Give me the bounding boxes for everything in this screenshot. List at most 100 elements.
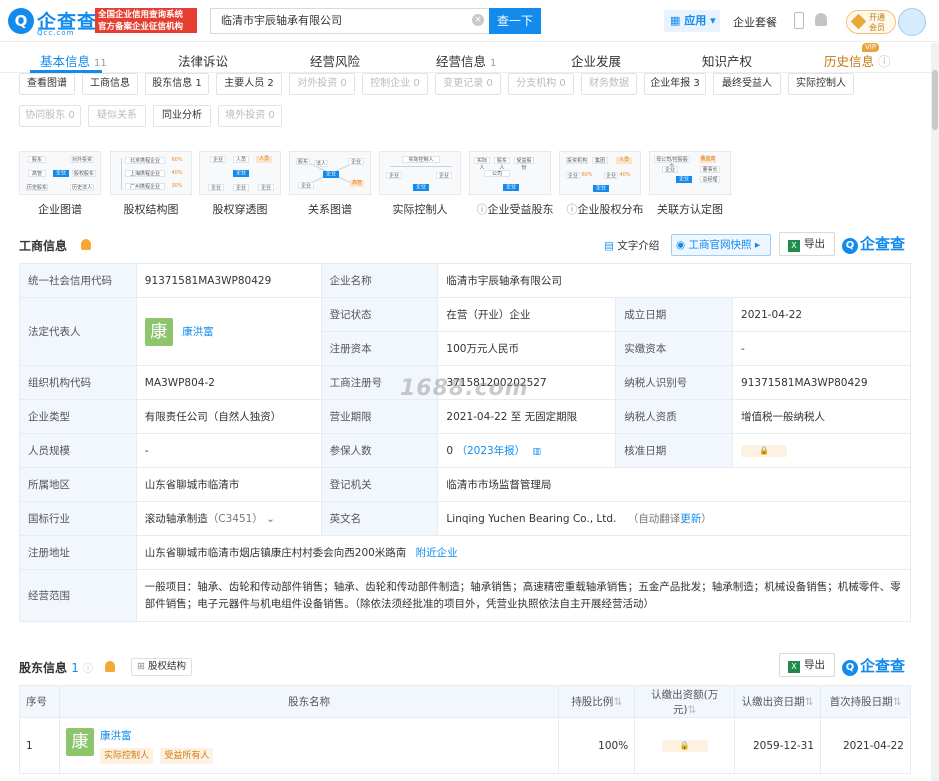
row-sub-amount: 🔒 bbox=[634, 717, 736, 774]
info-icon[interactable]: ⓘ bbox=[83, 660, 93, 675]
lock-icon[interactable]: 🔒 bbox=[741, 445, 788, 457]
app-menu-button[interactable]: ▦ 应用 ▾ bbox=[664, 10, 720, 32]
grid-icon: ▦ bbox=[670, 14, 681, 27]
chip-beneficiary[interactable]: 最终受益人 bbox=[713, 73, 781, 95]
value-address: 山东省聊城市临清市烟店镇康庄村村委会向西200米路南 附近企业 bbox=[135, 535, 912, 570]
insured-year-link[interactable]: （2023年报） bbox=[456, 445, 525, 457]
chip-key-staff[interactable]: 主要人员 2 bbox=[216, 73, 282, 95]
update-link[interactable]: 更新 bbox=[680, 513, 701, 525]
value-industry[interactable]: 滚动轴承制造（C3451） ⌄ bbox=[135, 501, 322, 536]
doc-icon: ▤ bbox=[604, 240, 614, 252]
tab-legal[interactable]: 法律诉讼 bbox=[178, 51, 228, 70]
excel-icon: X bbox=[788, 240, 800, 252]
chip-peer-analysis[interactable]: 同业分析 bbox=[153, 105, 211, 127]
th-ratio[interactable]: 持股比例⇅ bbox=[558, 685, 636, 718]
bell-icon[interactable] bbox=[815, 13, 827, 26]
chip-graph[interactable]: 查看图谱 bbox=[19, 73, 75, 95]
chip-annual-report[interactable]: 企业年报 3 bbox=[644, 73, 706, 95]
qcc-logo-icon[interactable]: Q bbox=[8, 8, 34, 34]
chip-suspected[interactable]: 疑似关系 bbox=[88, 105, 146, 127]
user-avatar[interactable] bbox=[898, 8, 926, 36]
text-intro-button[interactable]: ▤ 文字介绍 bbox=[604, 238, 659, 253]
phone-icon[interactable] bbox=[794, 12, 804, 29]
bell-icon[interactable] bbox=[81, 239, 91, 250]
label-authority: 登记机关 bbox=[320, 467, 439, 502]
graph-label-related-party[interactable]: 关联方认定图 bbox=[635, 201, 745, 217]
bell-icon[interactable] bbox=[105, 661, 115, 672]
tab-risk[interactable]: 经营风险 bbox=[310, 51, 360, 70]
label-paid-capital: 实缴资本 bbox=[615, 331, 734, 366]
value-authority: 临清市市场监督管理局 bbox=[437, 467, 911, 502]
lock-icon[interactable]: 🔒 bbox=[661, 740, 708, 752]
tab-development[interactable]: 企业发展 bbox=[571, 51, 621, 70]
search-button[interactable]: 查一下 bbox=[489, 8, 541, 34]
row-index: 1 bbox=[19, 717, 60, 774]
value-company-name[interactable]: 临清市宇辰轴承有限公司 bbox=[437, 263, 911, 298]
graph-thumb-equity-structure[interactable]: 北京携程企业 上海携程企业 广州携程企业 60% 40% 30% bbox=[110, 151, 192, 195]
label-term: 营业期限 bbox=[320, 399, 439, 434]
value-company-type: 有限责任公司（自然人独资） bbox=[135, 399, 322, 434]
graph-thumb-relation[interactable]: 股东 企业 法人 企业 高管 企业 bbox=[289, 151, 371, 195]
clear-icon[interactable]: × bbox=[472, 14, 484, 26]
label-staff-size: 人员规模 bbox=[19, 433, 137, 468]
equity-structure-button[interactable]: ⊞ 股权结构 bbox=[131, 658, 193, 676]
gs-export-button[interactable]: X 导出 bbox=[779, 232, 835, 256]
value-org-code: MA3WP804-2 bbox=[135, 365, 322, 400]
row-first-date: 2021-04-22 bbox=[820, 717, 911, 774]
chip-controlled[interactable]: 控制企业 0 bbox=[362, 73, 428, 95]
enterprise-suite-link[interactable]: 企业套餐 bbox=[733, 14, 777, 30]
sh-section-title: 股东信息 1 bbox=[19, 661, 79, 675]
chip-actual-controller[interactable]: 实际控制人 bbox=[788, 73, 854, 95]
th-sub-amount[interactable]: 认缴出资额(万元)⇅ bbox=[634, 685, 736, 718]
chip-gs-info[interactable]: 工商信息 bbox=[82, 73, 138, 95]
tab-ip[interactable]: 知识产权 bbox=[702, 51, 752, 70]
label-industry: 国标行业 bbox=[19, 501, 137, 536]
chip-shareholders[interactable]: 股东信息 1 bbox=[145, 73, 209, 95]
tab-history[interactable]: 历史信息 ⓘ bbox=[824, 51, 891, 70]
label-taxpayer: 纳税人资质 bbox=[615, 399, 734, 434]
shareholder-name[interactable]: 康洪富 bbox=[66, 728, 552, 744]
scrollbar-track[interactable] bbox=[931, 43, 939, 781]
chart-icon[interactable]: ▥ bbox=[533, 447, 542, 457]
scrollbar-thumb[interactable] bbox=[932, 70, 938, 130]
sh-export-button[interactable]: X 导出 bbox=[779, 653, 835, 677]
legal-rep-name[interactable]: 康洪富 bbox=[182, 326, 214, 338]
chip-branches[interactable]: 分支机构 0 bbox=[508, 73, 574, 95]
chip-investments[interactable]: 对外投资 0 bbox=[289, 73, 355, 95]
watermark: 1688.com bbox=[400, 376, 529, 401]
chip-finance[interactable]: 财务数据 bbox=[581, 73, 637, 95]
label-company-name: 企业名称 bbox=[320, 263, 439, 298]
vip-open-button[interactable]: 开通 会员 bbox=[846, 10, 896, 34]
th-sub-date[interactable]: 认缴出资日期⇅ bbox=[734, 685, 822, 718]
graph-thumb-actual-controller[interactable]: 实际控制人 企业 企业 企业 bbox=[379, 151, 461, 195]
label-legal-rep: 法定代表人 bbox=[19, 297, 137, 366]
chip-co-shareholders[interactable]: 协同股东 0 bbox=[19, 105, 81, 127]
search-input[interactable]: 临清市宇辰轴承有限公司 bbox=[210, 8, 490, 34]
graph-thumb-enterprise[interactable]: 股东 对外投资 高管 企业 股权股东 历史股东 历史法人 bbox=[19, 151, 101, 195]
excel-icon: X bbox=[788, 661, 800, 673]
tag-beneficiary: 受益所有人 bbox=[160, 747, 214, 764]
caret-down-icon: ▾ bbox=[710, 14, 716, 27]
chip-changes[interactable]: 变更记录 0 bbox=[435, 73, 501, 95]
snapshot-button[interactable]: ◉ 工商官网快照 ▸ bbox=[671, 234, 771, 256]
graph-thumb-beneficiary[interactable]: 实际人 股东人 受益股份 公司 企业 bbox=[469, 151, 551, 195]
chip-overseas[interactable]: 境外投资 0 bbox=[218, 105, 282, 127]
graph-label-actual-controller[interactable]: 实际控制人 bbox=[365, 201, 475, 217]
sort-icon: ⇅ bbox=[804, 696, 814, 708]
gs-info-table: 统一社会信用代码 91371581MA3WP80429 企业名称 临清市宇辰轴承… bbox=[19, 263, 912, 622]
th-first-date[interactable]: 首次持股日期⇅ bbox=[820, 685, 911, 718]
gs-section-title: 工商信息 bbox=[19, 239, 68, 253]
value-status: 在营（开业）企业 bbox=[437, 297, 617, 332]
tab-business[interactable]: 经营信息 1 bbox=[436, 51, 496, 70]
tab-basic-info[interactable]: 基本信息 11 bbox=[40, 51, 107, 70]
graph-thumb-equity-distribution[interactable]: 投资机构 集团 人员 企业 60% 企业 40% 企业 bbox=[559, 151, 641, 195]
graph-thumb-related-party[interactable]: 母公司/控股股东 董监高 企业 董事长 企业 总经理 bbox=[649, 151, 731, 195]
legal-rep-avatar[interactable]: 康 bbox=[144, 317, 173, 346]
value-credit-code[interactable]: 91371581MA3WP80429 bbox=[135, 263, 322, 298]
official-badge: 全国企业信用查询系统 官方备案企业征信机构 bbox=[95, 8, 197, 33]
graph-thumb-equity-penetration[interactable]: 企业 人员 人员 企业 企业 企业 企业 bbox=[199, 151, 281, 195]
row-sub-date: 2059-12-31 bbox=[734, 717, 822, 774]
shareholder-avatar[interactable]: 康 bbox=[65, 727, 94, 756]
nearby-link[interactable]: 附近企业 bbox=[416, 547, 458, 559]
sort-icon: ⇅ bbox=[892, 696, 902, 708]
